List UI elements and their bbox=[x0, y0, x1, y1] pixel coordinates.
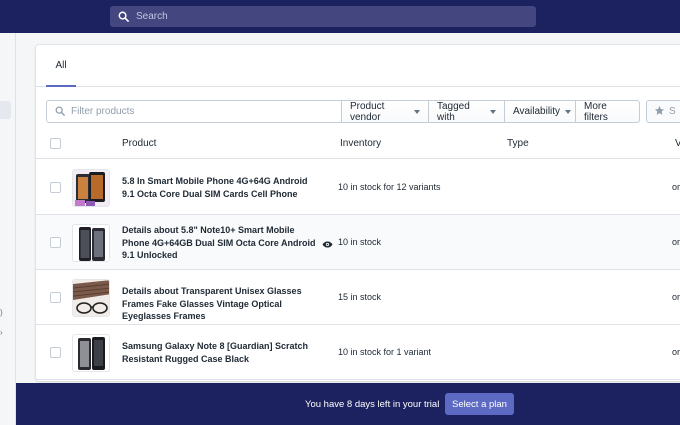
availability-dropdown[interactable]: Availability bbox=[505, 100, 576, 123]
saved-search-button[interactable]: S bbox=[646, 100, 680, 123]
inventory-value: 10 in stock bbox=[338, 237, 382, 247]
table-row[interactable]: 5.8 In Smart Mobile Phone 4G+64G Android… bbox=[36, 160, 680, 215]
table-row[interactable]: Details about Transparent Unisex Glasses… bbox=[36, 270, 680, 325]
tab-bar: All bbox=[36, 45, 680, 87]
vendor-value: or bbox=[672, 182, 680, 192]
top-bar: Search bbox=[0, 0, 680, 33]
row-checkbox[interactable] bbox=[50, 182, 61, 193]
inventory-value: 10 in stock for 1 variant bbox=[338, 347, 432, 357]
row-checkbox[interactable] bbox=[50, 237, 61, 248]
sidebar-chevron-icon: › bbox=[0, 328, 3, 337]
select-plan-button[interactable]: Select a plan bbox=[445, 393, 514, 415]
vendor-value: or bbox=[672, 237, 680, 247]
more-filters-label: More filters bbox=[584, 100, 608, 123]
header-inventory[interactable]: Inventory bbox=[340, 138, 381, 149]
sidebar-selected-item[interactable] bbox=[0, 101, 11, 119]
availability-label: Availability bbox=[513, 106, 561, 117]
more-filters-button[interactable]: More filters bbox=[576, 100, 640, 123]
header-type[interactable]: Type bbox=[507, 138, 529, 149]
trial-banner: You have 8 days left in your trial Selec… bbox=[16, 383, 680, 425]
header-product[interactable]: Product bbox=[122, 138, 156, 149]
filter-bar: Filter products Product vendor Tagged wi… bbox=[46, 100, 640, 123]
product-thumbnail[interactable] bbox=[72, 224, 110, 262]
caret-down-icon bbox=[565, 109, 572, 114]
product-name[interactable]: Details about 5.8" Note10+ Smart Mobile … bbox=[122, 224, 322, 262]
product-thumbnail[interactable] bbox=[72, 334, 110, 372]
main-content: All Filter products Product vendor Tagge… bbox=[16, 33, 680, 425]
vendor-value: or bbox=[672, 292, 680, 302]
inventory-value: 15 in stock bbox=[338, 292, 382, 302]
product-name[interactable]: Details about Transparent Unisex Glasses… bbox=[122, 285, 322, 323]
product-vendor-dropdown[interactable]: Product vendor bbox=[342, 100, 429, 123]
table-row[interactable]: Details about 5.8" Note10+ Smart Mobile … bbox=[36, 215, 680, 270]
star-icon bbox=[654, 105, 665, 119]
sidebar-scroll-icon: ) bbox=[0, 308, 3, 317]
table-row[interactable]: Samsung Galaxy Note 8 [Guardian] Scratch… bbox=[36, 325, 680, 380]
caret-down-icon bbox=[490, 109, 496, 114]
select-all-checkbox[interactable] bbox=[50, 138, 61, 149]
caret-down-icon bbox=[414, 109, 420, 114]
table-header: Product Inventory Type V bbox=[36, 131, 680, 159]
product-vendor-label: Product vendor bbox=[350, 100, 385, 123]
header-vendor[interactable]: V bbox=[675, 138, 680, 149]
tagged-with-label: Tagged with bbox=[437, 100, 470, 123]
products-card: All Filter products Product vendor Tagge… bbox=[36, 45, 680, 381]
vendor-value: or bbox=[672, 347, 680, 357]
sidebar: ) › bbox=[0, 33, 16, 425]
eye-icon[interactable] bbox=[322, 236, 333, 254]
search-icon bbox=[116, 10, 130, 24]
product-name[interactable]: Samsung Galaxy Note 8 [Guardian] Scratch… bbox=[122, 340, 322, 365]
row-checkbox[interactable] bbox=[50, 292, 61, 303]
search-placeholder: Search bbox=[136, 11, 168, 22]
product-thumbnail[interactable] bbox=[72, 279, 110, 317]
filter-placeholder: Filter products bbox=[71, 106, 135, 117]
tab-all[interactable]: All bbox=[46, 45, 76, 87]
product-thumbnail[interactable] bbox=[72, 169, 110, 207]
trial-message: You have 8 days left in your trial bbox=[305, 399, 440, 410]
inventory-value: 10 in stock for 12 variants bbox=[338, 182, 441, 192]
product-name[interactable]: 5.8 In Smart Mobile Phone 4G+64G Android… bbox=[122, 175, 322, 200]
row-checkbox[interactable] bbox=[50, 347, 61, 358]
filter-products-input[interactable]: Filter products bbox=[46, 100, 342, 123]
tagged-with-dropdown[interactable]: Tagged with bbox=[429, 100, 505, 123]
search-icon bbox=[55, 103, 65, 121]
search-bar[interactable]: Search bbox=[110, 6, 536, 27]
